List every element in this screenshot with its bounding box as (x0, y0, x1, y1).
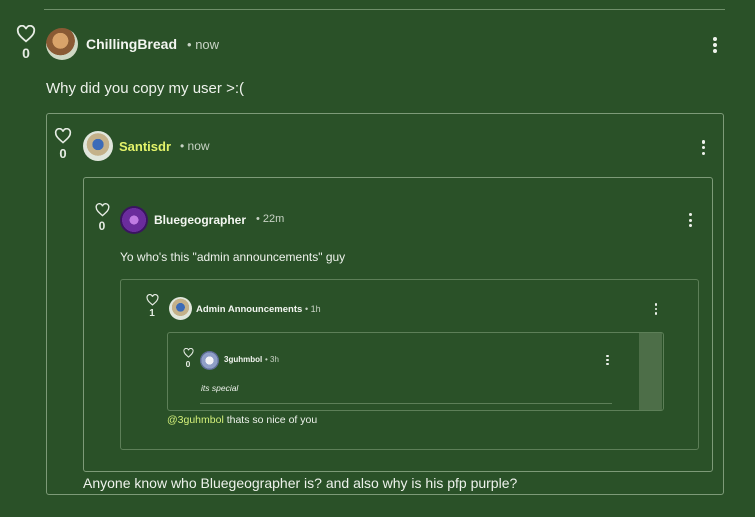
like-button[interactable]: 0 (176, 348, 200, 369)
top-divider (44, 9, 725, 10)
dot (689, 224, 692, 227)
separator: • (265, 355, 268, 364)
reply-body: thats so nice of you (223, 414, 318, 426)
heart-icon (54, 128, 72, 144)
user-mention[interactable]: @3guhmbol (167, 414, 224, 426)
avatar[interactable] (83, 131, 113, 161)
like-button[interactable]: 1 (140, 294, 164, 319)
time-label: now (195, 37, 220, 52)
reply-text: @3guhmbol thats so nice of you (167, 414, 317, 426)
more-options-button[interactable] (700, 140, 707, 155)
comment-text: Anyone know who Bluegeographer is? and a… (83, 475, 518, 491)
separator: • (180, 139, 185, 153)
time-label: 22m (262, 213, 285, 225)
more-options-button[interactable] (711, 37, 719, 53)
dot (701, 151, 706, 155)
comment-time: • 1h (305, 304, 321, 314)
like-button[interactable]: 0 (51, 128, 75, 160)
comment-text: Why did you copy my user >:( (46, 80, 244, 97)
time-label: 1h (310, 304, 321, 314)
separator: • (256, 213, 260, 225)
separator: • (305, 304, 309, 314)
like-button[interactable]: 0 (14, 25, 38, 60)
inner-divider (200, 403, 612, 404)
dot (701, 145, 706, 150)
like-count: 0 (22, 45, 30, 61)
quoted-comment (167, 332, 664, 411)
comment-author[interactable]: Bluegeographer (154, 213, 246, 227)
like-button[interactable]: 0 (90, 203, 114, 232)
comment-author[interactable]: 3guhmbol (224, 355, 262, 364)
comment-text: Yo who's this "admin announcements" guy (120, 250, 346, 264)
avatar[interactable] (120, 206, 148, 234)
comment-time: • now (180, 139, 210, 153)
more-options-button[interactable] (605, 355, 610, 365)
avatar[interactable] (200, 351, 219, 370)
more-options-icon (654, 303, 658, 306)
more-options-button[interactable] (687, 213, 694, 227)
avatar[interactable] (46, 28, 78, 60)
like-count: 0 (98, 219, 106, 233)
dot (606, 358, 609, 362)
time-label: 3h (270, 355, 279, 364)
comment-author[interactable]: Santisdr (119, 139, 171, 154)
scrollbar[interactable] (639, 333, 662, 410)
like-count: 0 (59, 146, 67, 161)
heart-icon (145, 294, 159, 306)
dot (713, 43, 717, 47)
comment-time: • now (187, 37, 219, 52)
dot (689, 218, 692, 222)
heart-icon (95, 203, 109, 217)
avatar[interactable] (169, 297, 192, 320)
comment-time: • 22m (256, 213, 284, 225)
like-count: 0 (185, 359, 191, 369)
dot (713, 49, 717, 53)
more-options-icon (606, 355, 609, 358)
heart-icon (182, 348, 194, 358)
more-options-icon (689, 213, 692, 216)
comment-author[interactable]: ChillingBread (86, 36, 177, 52)
dot (654, 307, 658, 311)
time-label: now (187, 139, 210, 153)
heart-icon (16, 25, 36, 43)
comment-time: • 3h (265, 355, 279, 364)
separator: • (187, 37, 192, 52)
like-count: 1 (149, 308, 155, 319)
dot (654, 312, 658, 315)
comment-text: its special (201, 383, 239, 393)
more-options-icon (701, 140, 706, 144)
dot (606, 362, 609, 365)
more-options-button[interactable] (653, 303, 659, 315)
more-options-icon (713, 37, 717, 41)
comment-author[interactable]: Admin Announcements (196, 304, 302, 315)
